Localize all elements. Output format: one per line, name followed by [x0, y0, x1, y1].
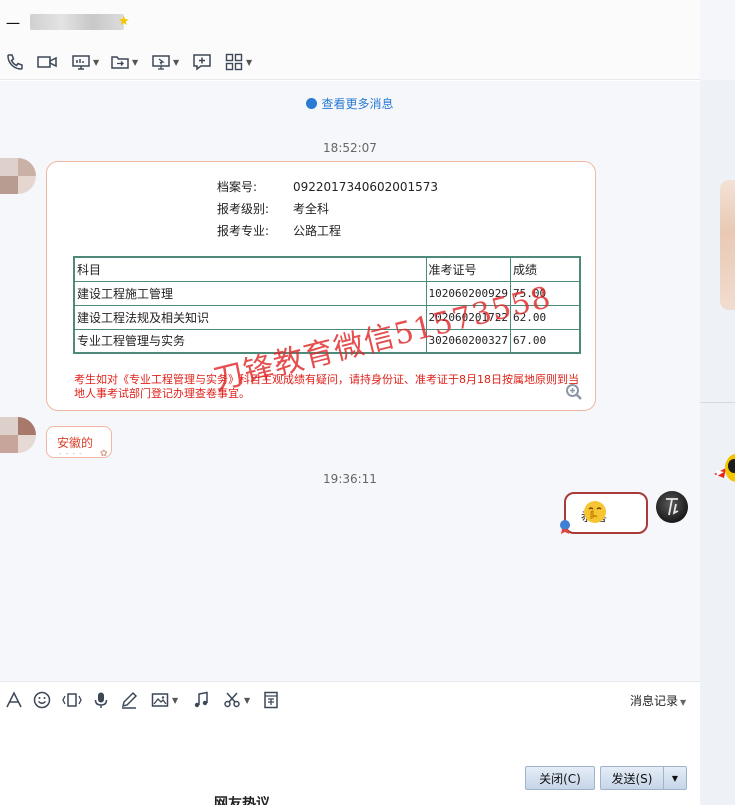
penguin-mascot-icon [714, 454, 735, 482]
table-header-row: 科目 准考证号 成绩 [73, 256, 581, 282]
chat-toolbar: ▼ ▼ ▼ ▼ [0, 44, 700, 80]
info-value: 公路工程 [293, 224, 342, 238]
chevron-down-icon[interactable]: ▼ [680, 698, 686, 707]
chevron-down-icon[interactable]: ▼ [246, 58, 252, 67]
chevron-down-icon[interactable]: ▼ [93, 58, 99, 67]
message-history-button[interactable]: 消息记录 ▼ [630, 692, 686, 709]
image-icon[interactable]: ▼ [150, 690, 178, 710]
chevron-down-icon[interactable]: ▼ [672, 774, 678, 783]
member-badge-icon [560, 520, 570, 534]
pen-icon[interactable] [119, 690, 139, 710]
phone-icon[interactable] [5, 52, 25, 72]
info-label: 报考专业: [217, 224, 270, 238]
star-icon: ★ [118, 14, 130, 29]
shake-window-icon[interactable] [61, 690, 83, 710]
table-header-cell: 科目 [73, 256, 427, 282]
input-area[interactable]: ▼ ▼ 消息记录 ▼ 关闭(C) 发送(S) ▼ [0, 681, 700, 805]
contact-name-blurred [30, 14, 124, 30]
reply-text: 安徽的 [57, 436, 94, 450]
chevron-down-icon[interactable]: ▼ [173, 58, 179, 67]
close-button[interactable]: 关闭(C) [525, 766, 595, 790]
shush-emoji-icon [584, 501, 606, 523]
voice-message-icon[interactable] [91, 690, 111, 710]
info-row-major: 报考专业: 公路工程 [217, 222, 341, 239]
info-value: 0922017340602001573 [293, 180, 439, 194]
message-timestamp: 19:36:11 [323, 472, 377, 486]
info-row-archive: 档案号: 0922017340602001573 [217, 178, 438, 195]
add-chat-icon[interactable] [192, 52, 212, 72]
bubble-decoration-icon: ✿ [100, 449, 108, 459]
font-icon[interactable] [4, 690, 24, 710]
chevron-down-icon[interactable]: ▼ [244, 696, 250, 705]
screen-share-icon[interactable]: ▼ [71, 52, 99, 72]
info-value: 考全科 [293, 202, 330, 216]
apps-grid-icon[interactable]: ▼ [224, 52, 252, 72]
table-header-cell: 准考证号 [425, 256, 511, 282]
sidebar-divider [700, 402, 735, 403]
message-timestamp: 18:52:07 [323, 141, 377, 155]
sidebar-header [700, 0, 735, 80]
notice-text: 考生如对《专业工程管理与实务》科目主观成绩有疑问，请持身份证、准考证于8月18日… [74, 373, 579, 400]
view-more-messages-link[interactable]: 查看更多消息 [0, 95, 700, 112]
view-more-messages-label[interactable]: 查看更多消息 [321, 97, 393, 111]
right-sidebar [700, 0, 735, 805]
my-avatar[interactable] [656, 491, 688, 523]
table-cell: 建设工程施工管理 [73, 280, 427, 306]
clock-icon [306, 98, 318, 109]
table-cell: 67.00 [509, 328, 581, 354]
info-row-level: 报考级别: 考全科 [217, 200, 329, 217]
bubble-dots: - - - - [59, 450, 83, 458]
info-label: 报考级别: [217, 202, 270, 216]
info-label: 档案号: [217, 180, 258, 194]
avatar-logo-icon [666, 498, 679, 516]
emoji-icon[interactable] [32, 690, 52, 710]
message-list[interactable]: 查看更多消息 18:52:07 档案号: 0922017340602001573 … [0, 81, 700, 681]
music-icon[interactable] [191, 690, 211, 710]
screenshot-scissors-icon[interactable]: ▼ [222, 690, 250, 710]
window-title: 一 [6, 17, 20, 33]
video-call-icon[interactable] [36, 52, 58, 72]
contact-avatar[interactable] [0, 158, 36, 194]
send-options-button[interactable]: ▼ [663, 766, 687, 790]
chevron-down-icon[interactable]: ▼ [132, 58, 138, 67]
profile-show-image [720, 180, 735, 310]
zoom-in-icon[interactable] [565, 383, 583, 401]
remote-desktop-icon[interactable]: ▼ [151, 52, 179, 72]
contact-avatar[interactable] [0, 417, 36, 453]
red-packet-icon[interactable] [261, 690, 281, 710]
title-bar: 一 ★ [0, 0, 700, 44]
chevron-down-icon[interactable]: ▼ [172, 696, 178, 705]
send-button[interactable]: 发送(S) [600, 766, 664, 790]
message-history-label[interactable]: 消息记录 [630, 694, 678, 708]
background-window-text: 网友热议 [214, 796, 270, 805]
file-transfer-icon[interactable]: ▼ [110, 52, 138, 72]
